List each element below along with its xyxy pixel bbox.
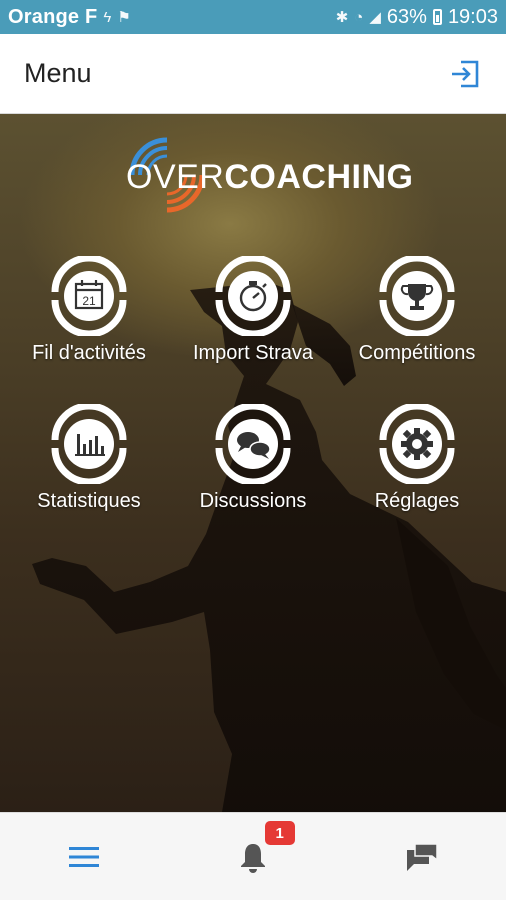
trophy-icon bbox=[379, 256, 455, 336]
logo-over: OVER bbox=[126, 158, 225, 196]
calendar-day: 21 bbox=[82, 294, 96, 308]
bluetooth-icon: ✱ bbox=[335, 9, 349, 26]
bottom-navigation: 1 bbox=[0, 812, 506, 900]
menu-label: Import Strava bbox=[192, 342, 314, 364]
calendar-icon: 21 bbox=[51, 256, 127, 336]
menu-item-import-strava[interactable]: Import Strava bbox=[170, 256, 336, 386]
chat-bubbles-icon bbox=[215, 404, 291, 484]
menu-item-statistics[interactable]: Statistiques bbox=[6, 404, 172, 534]
signal-icon: ◢ bbox=[369, 9, 381, 26]
clock: 19:03 bbox=[447, 5, 498, 28]
brand-logo: OVERCOACHING bbox=[126, 158, 413, 197]
menu-item-settings[interactable]: Réglages bbox=[334, 404, 500, 534]
nav-notifications-button[interactable]: 1 bbox=[169, 813, 338, 900]
battery-percent: 63% bbox=[386, 5, 427, 28]
gear-icon bbox=[379, 404, 455, 484]
hamburger-menu-icon bbox=[69, 846, 100, 867]
chat-icon bbox=[406, 842, 438, 871]
logout-icon bbox=[452, 60, 479, 87]
battery-icon bbox=[432, 9, 442, 25]
menu-item-competitions[interactable]: Compétitions bbox=[334, 256, 500, 386]
logo-coaching: COACHING bbox=[224, 158, 414, 196]
app-header: Menu bbox=[0, 34, 506, 114]
activity-icon: ϟ bbox=[103, 8, 112, 26]
wifi-icon: ◔ bbox=[354, 8, 364, 26]
carrier-name: Orange F bbox=[8, 5, 98, 28]
page-title: Menu bbox=[24, 58, 92, 88]
nav-messages-button[interactable] bbox=[337, 813, 506, 900]
menu-panel: OVERCOACHING 21 Fil d'activités Import S… bbox=[0, 114, 506, 812]
menu-item-activity-feed[interactable]: 21 Fil d'activités bbox=[6, 256, 172, 386]
stopwatch-icon bbox=[215, 256, 291, 336]
menu-label: Réglages bbox=[374, 490, 460, 512]
notification-icon: ⚑ bbox=[117, 9, 131, 26]
status-bar: Orange F ϟ ⚑ ✱ ◔ ◢ 63% 19:03 bbox=[0, 0, 506, 34]
menu-label: Fil d'activités bbox=[32, 342, 146, 364]
menu-item-discussions[interactable]: Discussions bbox=[170, 404, 336, 534]
menu-label: Discussions bbox=[199, 490, 307, 512]
notification-badge: 1 bbox=[264, 821, 295, 845]
nav-menu-button[interactable] bbox=[0, 813, 169, 900]
bell-icon bbox=[241, 843, 265, 873]
menu-label: Compétitions bbox=[358, 342, 476, 364]
logout-button[interactable] bbox=[448, 57, 482, 91]
bar-chart-icon bbox=[51, 404, 127, 484]
menu-label: Statistiques bbox=[37, 490, 141, 512]
